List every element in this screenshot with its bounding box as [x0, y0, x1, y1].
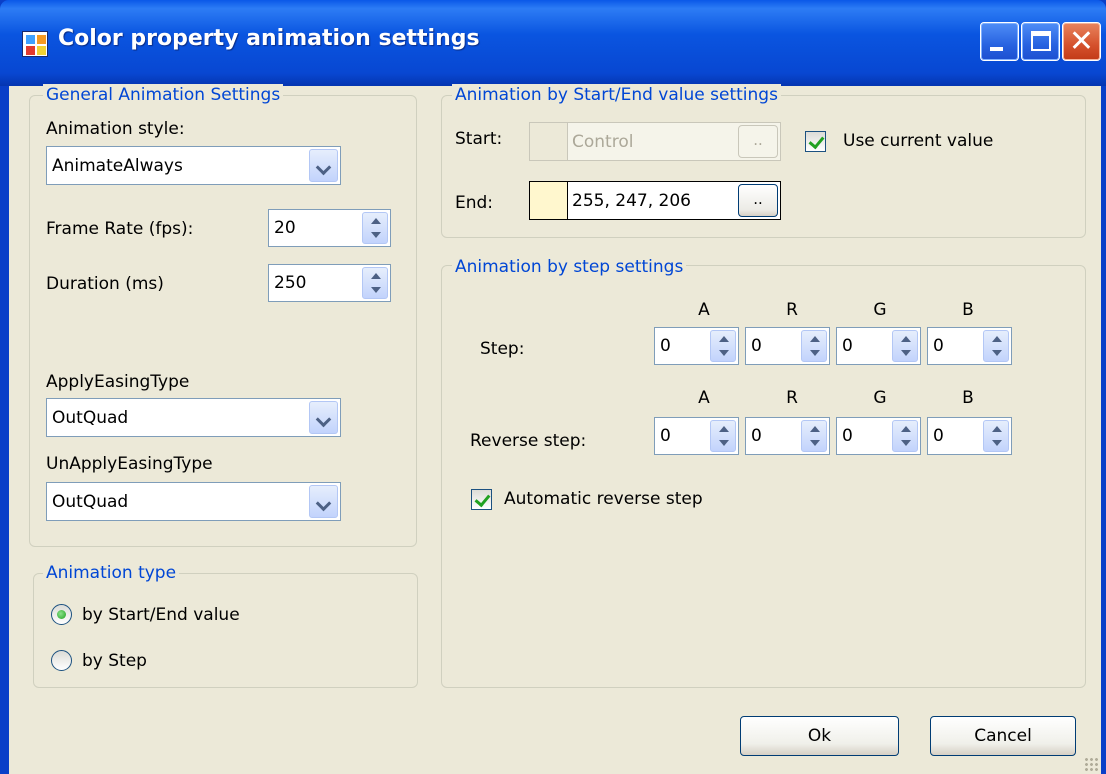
- resize-grip-icon[interactable]: [1084, 757, 1098, 771]
- radio-step-label[interactable]: by Step: [82, 650, 147, 672]
- end-color-value[interactable]: 255, 247, 206: [572, 190, 691, 212]
- spin-arrows-icon[interactable]: [892, 420, 918, 452]
- reverse-header-b: B: [962, 388, 974, 408]
- reverse-r-value: 0: [751, 426, 762, 446]
- reverse-a-value: 0: [660, 426, 671, 446]
- close-icon: ✕: [1068, 24, 1095, 59]
- apply-easing-select[interactable]: OutQuad: [46, 398, 341, 437]
- step-r-stepper[interactable]: 0: [745, 327, 830, 365]
- dialog-window: Color property animation settings ✕ Gene…: [0, 0, 1106, 774]
- step-header-a: A: [698, 300, 710, 320]
- radio-start-end-label[interactable]: by Start/End value: [82, 604, 240, 626]
- step-header-b: B: [962, 300, 974, 320]
- spin-arrows-icon[interactable]: [710, 420, 736, 452]
- step-g-value: 0: [842, 336, 853, 356]
- unapply-easing-label: UnApplyEasingType: [46, 454, 213, 474]
- spin-arrows-icon[interactable]: [801, 330, 827, 362]
- reverse-header-g: G: [873, 388, 887, 408]
- reverse-g-value: 0: [842, 426, 853, 446]
- start-label: Start:: [455, 129, 503, 149]
- chevron-down-icon[interactable]: [309, 149, 338, 182]
- reverse-header-r: R: [786, 388, 798, 408]
- auto-reverse-checkbox[interactable]: [471, 489, 492, 510]
- animation-type-legend: Animation type: [43, 562, 180, 584]
- window-title: Color property animation settings: [58, 26, 480, 51]
- step-label: Step:: [480, 339, 525, 359]
- general-settings-legend: General Animation Settings: [43, 84, 284, 106]
- reverse-r-stepper[interactable]: 0: [745, 417, 830, 455]
- spin-arrows-icon[interactable]: [983, 330, 1009, 362]
- chevron-down-icon[interactable]: [309, 485, 338, 518]
- apply-easing-label: ApplyEasingType: [46, 372, 190, 392]
- end-browse-button[interactable]: ..: [738, 184, 778, 217]
- duration-label: Duration (ms): [46, 274, 164, 294]
- end-color-swatch: [530, 182, 568, 219]
- step-a-stepper[interactable]: 0: [654, 327, 739, 365]
- step-header-r: R: [786, 300, 798, 320]
- step-b-stepper[interactable]: 0: [927, 327, 1012, 365]
- animation-style-value: AnimateAlways: [52, 156, 183, 176]
- start-color-field[interactable]: Control ..: [529, 122, 781, 161]
- start-end-legend: Animation by Start/End value settings: [452, 84, 781, 106]
- unapply-easing-value: OutQuad: [52, 492, 129, 512]
- dialog-client-area: General Animation Settings Animation sty…: [9, 84, 1101, 774]
- minimize-button[interactable]: [980, 22, 1019, 61]
- step-r-value: 0: [751, 336, 762, 356]
- radio-start-end[interactable]: [51, 604, 72, 625]
- spin-arrows-icon[interactable]: [362, 212, 388, 244]
- use-current-label[interactable]: Use current value: [843, 130, 993, 152]
- maximize-button[interactable]: [1021, 22, 1060, 61]
- step-settings-legend: Animation by step settings: [452, 256, 687, 278]
- chevron-down-icon[interactable]: [309, 401, 338, 434]
- step-header-g: G: [873, 300, 887, 320]
- title-bar[interactable]: Color property animation settings ✕: [0, 0, 1106, 86]
- maximize-icon: [1031, 31, 1051, 51]
- step-b-value: 0: [933, 336, 944, 356]
- reverse-a-stepper[interactable]: 0: [654, 417, 739, 455]
- spin-arrows-icon[interactable]: [801, 420, 827, 452]
- animation-style-select[interactable]: AnimateAlways: [46, 146, 341, 185]
- unapply-easing-select[interactable]: OutQuad: [46, 482, 341, 521]
- auto-reverse-label[interactable]: Automatic reverse step: [504, 488, 703, 510]
- start-color-swatch: [530, 123, 568, 160]
- duration-value: 250: [274, 273, 307, 293]
- reverse-step-label: Reverse step:: [470, 431, 587, 451]
- step-g-stepper[interactable]: 0: [836, 327, 921, 365]
- frame-rate-value: 20: [274, 218, 296, 238]
- animation-style-label: Animation style:: [46, 119, 185, 139]
- minimize-icon: [990, 47, 1003, 51]
- spin-arrows-icon[interactable]: [362, 267, 388, 299]
- duration-stepper[interactable]: 250: [268, 264, 391, 302]
- reverse-header-a: A: [698, 388, 710, 408]
- reverse-b-value: 0: [933, 426, 944, 446]
- use-current-checkbox[interactable]: [805, 131, 826, 152]
- spin-arrows-icon[interactable]: [892, 330, 918, 362]
- radio-step[interactable]: [51, 650, 72, 671]
- start-browse-button[interactable]: ..: [738, 125, 778, 158]
- end-color-field[interactable]: 255, 247, 206 ..: [529, 181, 781, 220]
- reverse-b-stepper[interactable]: 0: [927, 417, 1012, 455]
- close-button[interactable]: ✕: [1062, 22, 1101, 61]
- end-label: End:: [455, 193, 494, 213]
- spin-arrows-icon[interactable]: [983, 420, 1009, 452]
- apply-easing-value: OutQuad: [52, 408, 129, 428]
- spin-arrows-icon[interactable]: [710, 330, 736, 362]
- frame-rate-stepper[interactable]: 20: [268, 209, 391, 247]
- start-color-value: Control: [572, 132, 634, 152]
- app-icon: [22, 31, 48, 57]
- frame-rate-label: Frame Rate (fps):: [46, 219, 194, 239]
- reverse-g-stepper[interactable]: 0: [836, 417, 921, 455]
- step-a-value: 0: [660, 336, 671, 356]
- ok-button[interactable]: Ok: [740, 716, 899, 756]
- cancel-button[interactable]: Cancel: [930, 716, 1076, 756]
